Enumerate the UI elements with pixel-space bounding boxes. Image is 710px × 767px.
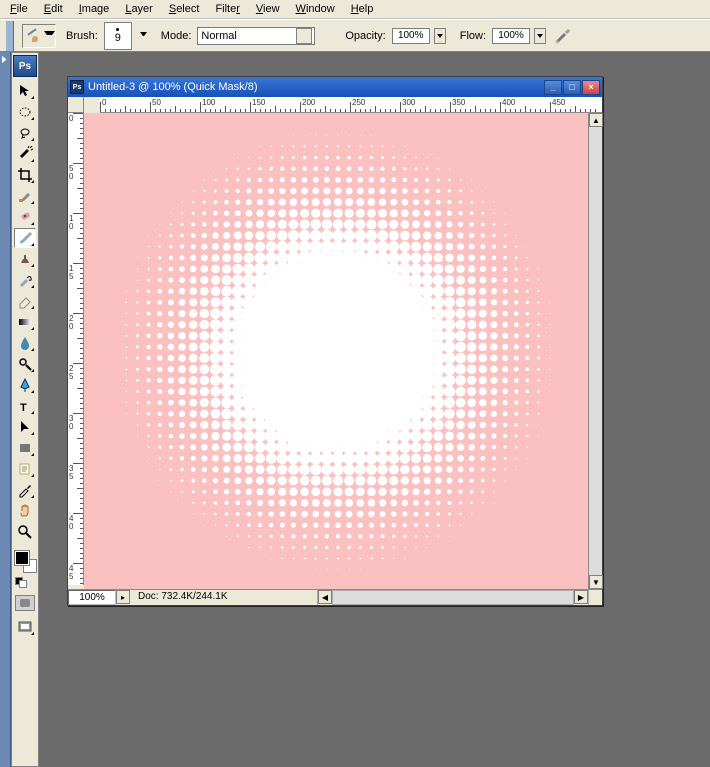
canvas-content bbox=[84, 113, 588, 589]
horizontal-scrollbar[interactable] bbox=[332, 590, 574, 605]
toolbox: Ps T bbox=[11, 52, 39, 767]
gradient-tool[interactable] bbox=[14, 312, 36, 332]
svg-text:T: T bbox=[20, 402, 27, 414]
brush-label: Brush: bbox=[66, 30, 98, 42]
menu-select[interactable]: Select bbox=[161, 1, 208, 17]
ps-logo-icon: Ps bbox=[13, 55, 37, 77]
doc-info: Doc: 732.4K/244.1K bbox=[130, 590, 318, 605]
workspace: Ps T Ps bbox=[0, 52, 710, 767]
menu-bar: FFileile Edit Image Layer Select Filter … bbox=[0, 0, 710, 19]
zoom-input[interactable]: 100% bbox=[68, 590, 116, 605]
move-tool[interactable] bbox=[14, 81, 36, 101]
flow-flyout[interactable] bbox=[534, 28, 546, 44]
eraser-tool[interactable] bbox=[14, 291, 36, 311]
magic-wand-tool[interactable] bbox=[14, 144, 36, 164]
lasso-tool[interactable] bbox=[14, 123, 36, 143]
menu-help[interactable]: Help bbox=[343, 1, 382, 17]
status-bar: 100% ▸ Doc: 732.4K/244.1K ◀ ▶ bbox=[68, 589, 602, 605]
opacity-flyout[interactable] bbox=[434, 28, 446, 44]
foreground-color[interactable] bbox=[15, 551, 29, 565]
flow-label: Flow: bbox=[460, 30, 486, 42]
menu-file[interactable]: FFileile bbox=[2, 1, 36, 17]
healing-brush-tool[interactable] bbox=[14, 207, 36, 227]
menu-edit[interactable]: Edit bbox=[36, 1, 71, 17]
scroll-right-button[interactable]: ▶ bbox=[574, 590, 588, 604]
brush-icon bbox=[23, 27, 41, 45]
eyedropper-tool[interactable] bbox=[14, 480, 36, 500]
palette-expand[interactable] bbox=[0, 52, 11, 767]
path-selection-tool[interactable] bbox=[14, 417, 36, 437]
pen-tool[interactable] bbox=[14, 375, 36, 395]
clone-stamp-tool[interactable] bbox=[14, 249, 36, 269]
brush-dropdown-icon[interactable] bbox=[140, 32, 147, 39]
scroll-up-button[interactable]: ▲ bbox=[589, 113, 603, 127]
brush-preset-picker[interactable]: 9 bbox=[104, 22, 132, 50]
screen-mode-toggle[interactable] bbox=[14, 617, 36, 637]
quick-mask-toggle[interactable] bbox=[15, 595, 35, 611]
current-tool-well[interactable] bbox=[22, 24, 56, 48]
menu-image[interactable]: Image bbox=[71, 1, 118, 17]
marquee-tool[interactable] bbox=[14, 102, 36, 122]
minimize-button[interactable]: _ bbox=[544, 80, 562, 95]
history-brush-tool[interactable] bbox=[14, 270, 36, 290]
ruler-horizontal[interactable]: 050100150200250300350400450 bbox=[100, 97, 602, 113]
mode-label: Mode: bbox=[161, 30, 192, 42]
resize-grip[interactable] bbox=[588, 590, 602, 605]
shape-tool[interactable] bbox=[14, 438, 36, 458]
flow-input[interactable]: 100% bbox=[492, 28, 530, 44]
scroll-down-button[interactable]: ▼ bbox=[589, 575, 603, 589]
airbrush-icon[interactable] bbox=[554, 27, 572, 45]
close-button[interactable]: × bbox=[582, 80, 600, 95]
options-bar: Brush: 9 Mode: Normal Opacity: 100% Flow… bbox=[0, 19, 710, 52]
crop-tool[interactable] bbox=[14, 165, 36, 185]
menu-window[interactable]: Window bbox=[288, 1, 343, 17]
gripper[interactable] bbox=[6, 21, 14, 51]
color-swatches[interactable] bbox=[13, 549, 37, 579]
document-window: Ps Untitled-3 @ 100% (Quick Mask/8) _ □ … bbox=[67, 76, 603, 606]
type-tool[interactable]: T bbox=[14, 396, 36, 416]
mode-select[interactable]: Normal bbox=[197, 27, 315, 45]
menu-filter[interactable]: Filter bbox=[207, 1, 247, 17]
opacity-input[interactable]: 100% bbox=[392, 28, 430, 44]
maximize-button[interactable]: □ bbox=[563, 80, 581, 95]
title-bar[interactable]: Ps Untitled-3 @ 100% (Quick Mask/8) _ □ … bbox=[68, 77, 602, 97]
canvas[interactable] bbox=[84, 113, 588, 589]
notes-tool[interactable] bbox=[14, 459, 36, 479]
default-colors-icon-2 bbox=[19, 580, 27, 588]
vertical-scrollbar[interactable]: ▲ ▼ bbox=[588, 113, 602, 589]
hand-tool[interactable] bbox=[14, 501, 36, 521]
ruler-corner bbox=[68, 97, 84, 113]
menu-layer[interactable]: Layer bbox=[117, 1, 161, 17]
ruler-vertical[interactable]: 0501015202530354045 bbox=[68, 113, 84, 585]
blur-tool[interactable] bbox=[14, 333, 36, 353]
menu-view[interactable]: View bbox=[248, 1, 288, 17]
status-menu-icon[interactable]: ▸ bbox=[116, 590, 130, 604]
doc-title: Untitled-3 @ 100% (Quick Mask/8) bbox=[88, 81, 258, 93]
doc-icon: Ps bbox=[70, 80, 84, 94]
document-area: Ps Untitled-3 @ 100% (Quick Mask/8) _ □ … bbox=[39, 52, 710, 767]
brush-tool[interactable] bbox=[14, 228, 36, 248]
opacity-label: Opacity: bbox=[345, 30, 385, 42]
zoom-tool[interactable] bbox=[14, 522, 36, 542]
scroll-left-button[interactable]: ◀ bbox=[318, 590, 332, 604]
dodge-tool[interactable] bbox=[14, 354, 36, 374]
slice-tool[interactable] bbox=[14, 186, 36, 206]
